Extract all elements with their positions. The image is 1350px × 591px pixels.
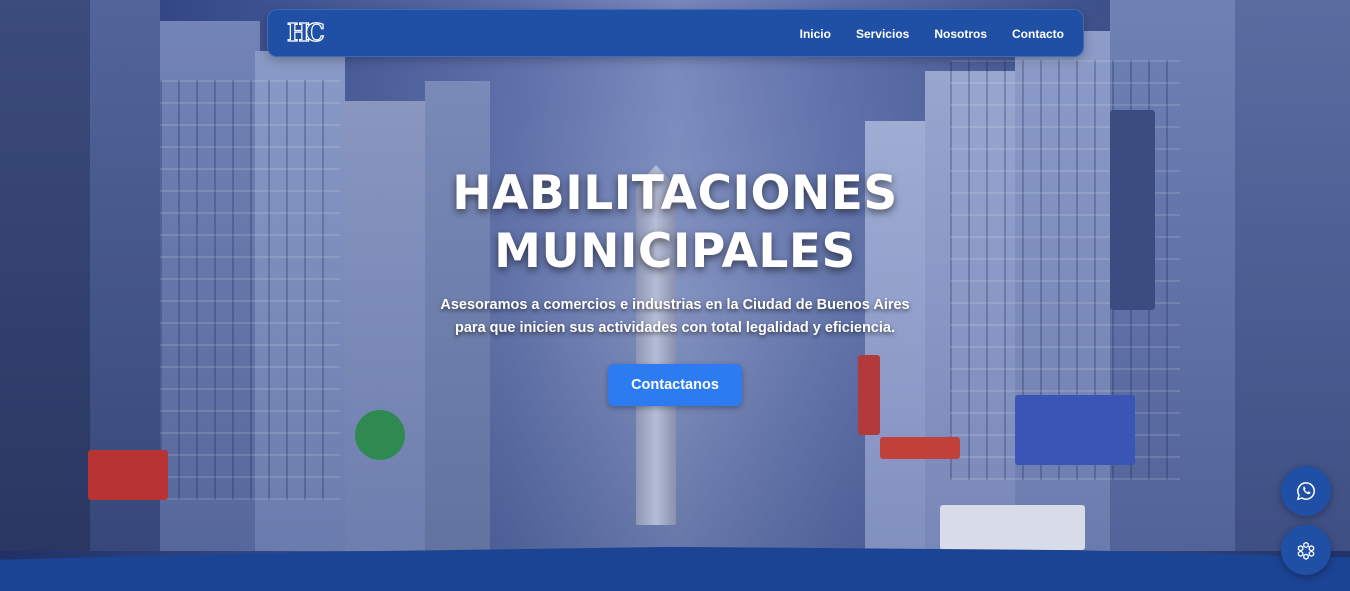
nav-link-inicio[interactable]: Inicio — [800, 27, 831, 41]
hero-title-line1: HABILITACIONES — [452, 166, 898, 221]
navbar: HC Inicio Servicios Nosotros Contacto — [267, 9, 1084, 57]
street-sign — [88, 450, 168, 500]
nav-links: Inicio Servicios Nosotros Contacto — [800, 10, 1064, 58]
logo[interactable]: HC — [286, 19, 329, 46]
nav-link-contacto[interactable]: Contacto — [1012, 27, 1064, 41]
nav-link-nosotros[interactable]: Nosotros — [934, 27, 987, 41]
hero-title: HABILITACIONES MUNICIPALES — [0, 165, 1350, 281]
chatbot-icon — [1297, 541, 1315, 560]
chatbot-button[interactable] — [1281, 525, 1331, 575]
bus — [940, 505, 1085, 550]
street-sign — [880, 437, 960, 459]
hero-subtitle: Asesoramos a comercios e industrias en l… — [440, 297, 910, 336]
whatsapp-button[interactable] — [1281, 466, 1331, 516]
whatsapp-icon — [1296, 482, 1315, 501]
street-sign — [355, 410, 405, 460]
hero-title-line2: MUNICIPALES — [494, 224, 856, 279]
contact-cta-button[interactable]: Contactanos — [608, 364, 742, 406]
hero-content: HABILITACIONES MUNICIPALES Asesoramos a … — [0, 165, 1350, 406]
nav-link-servicios[interactable]: Servicios — [856, 27, 909, 41]
